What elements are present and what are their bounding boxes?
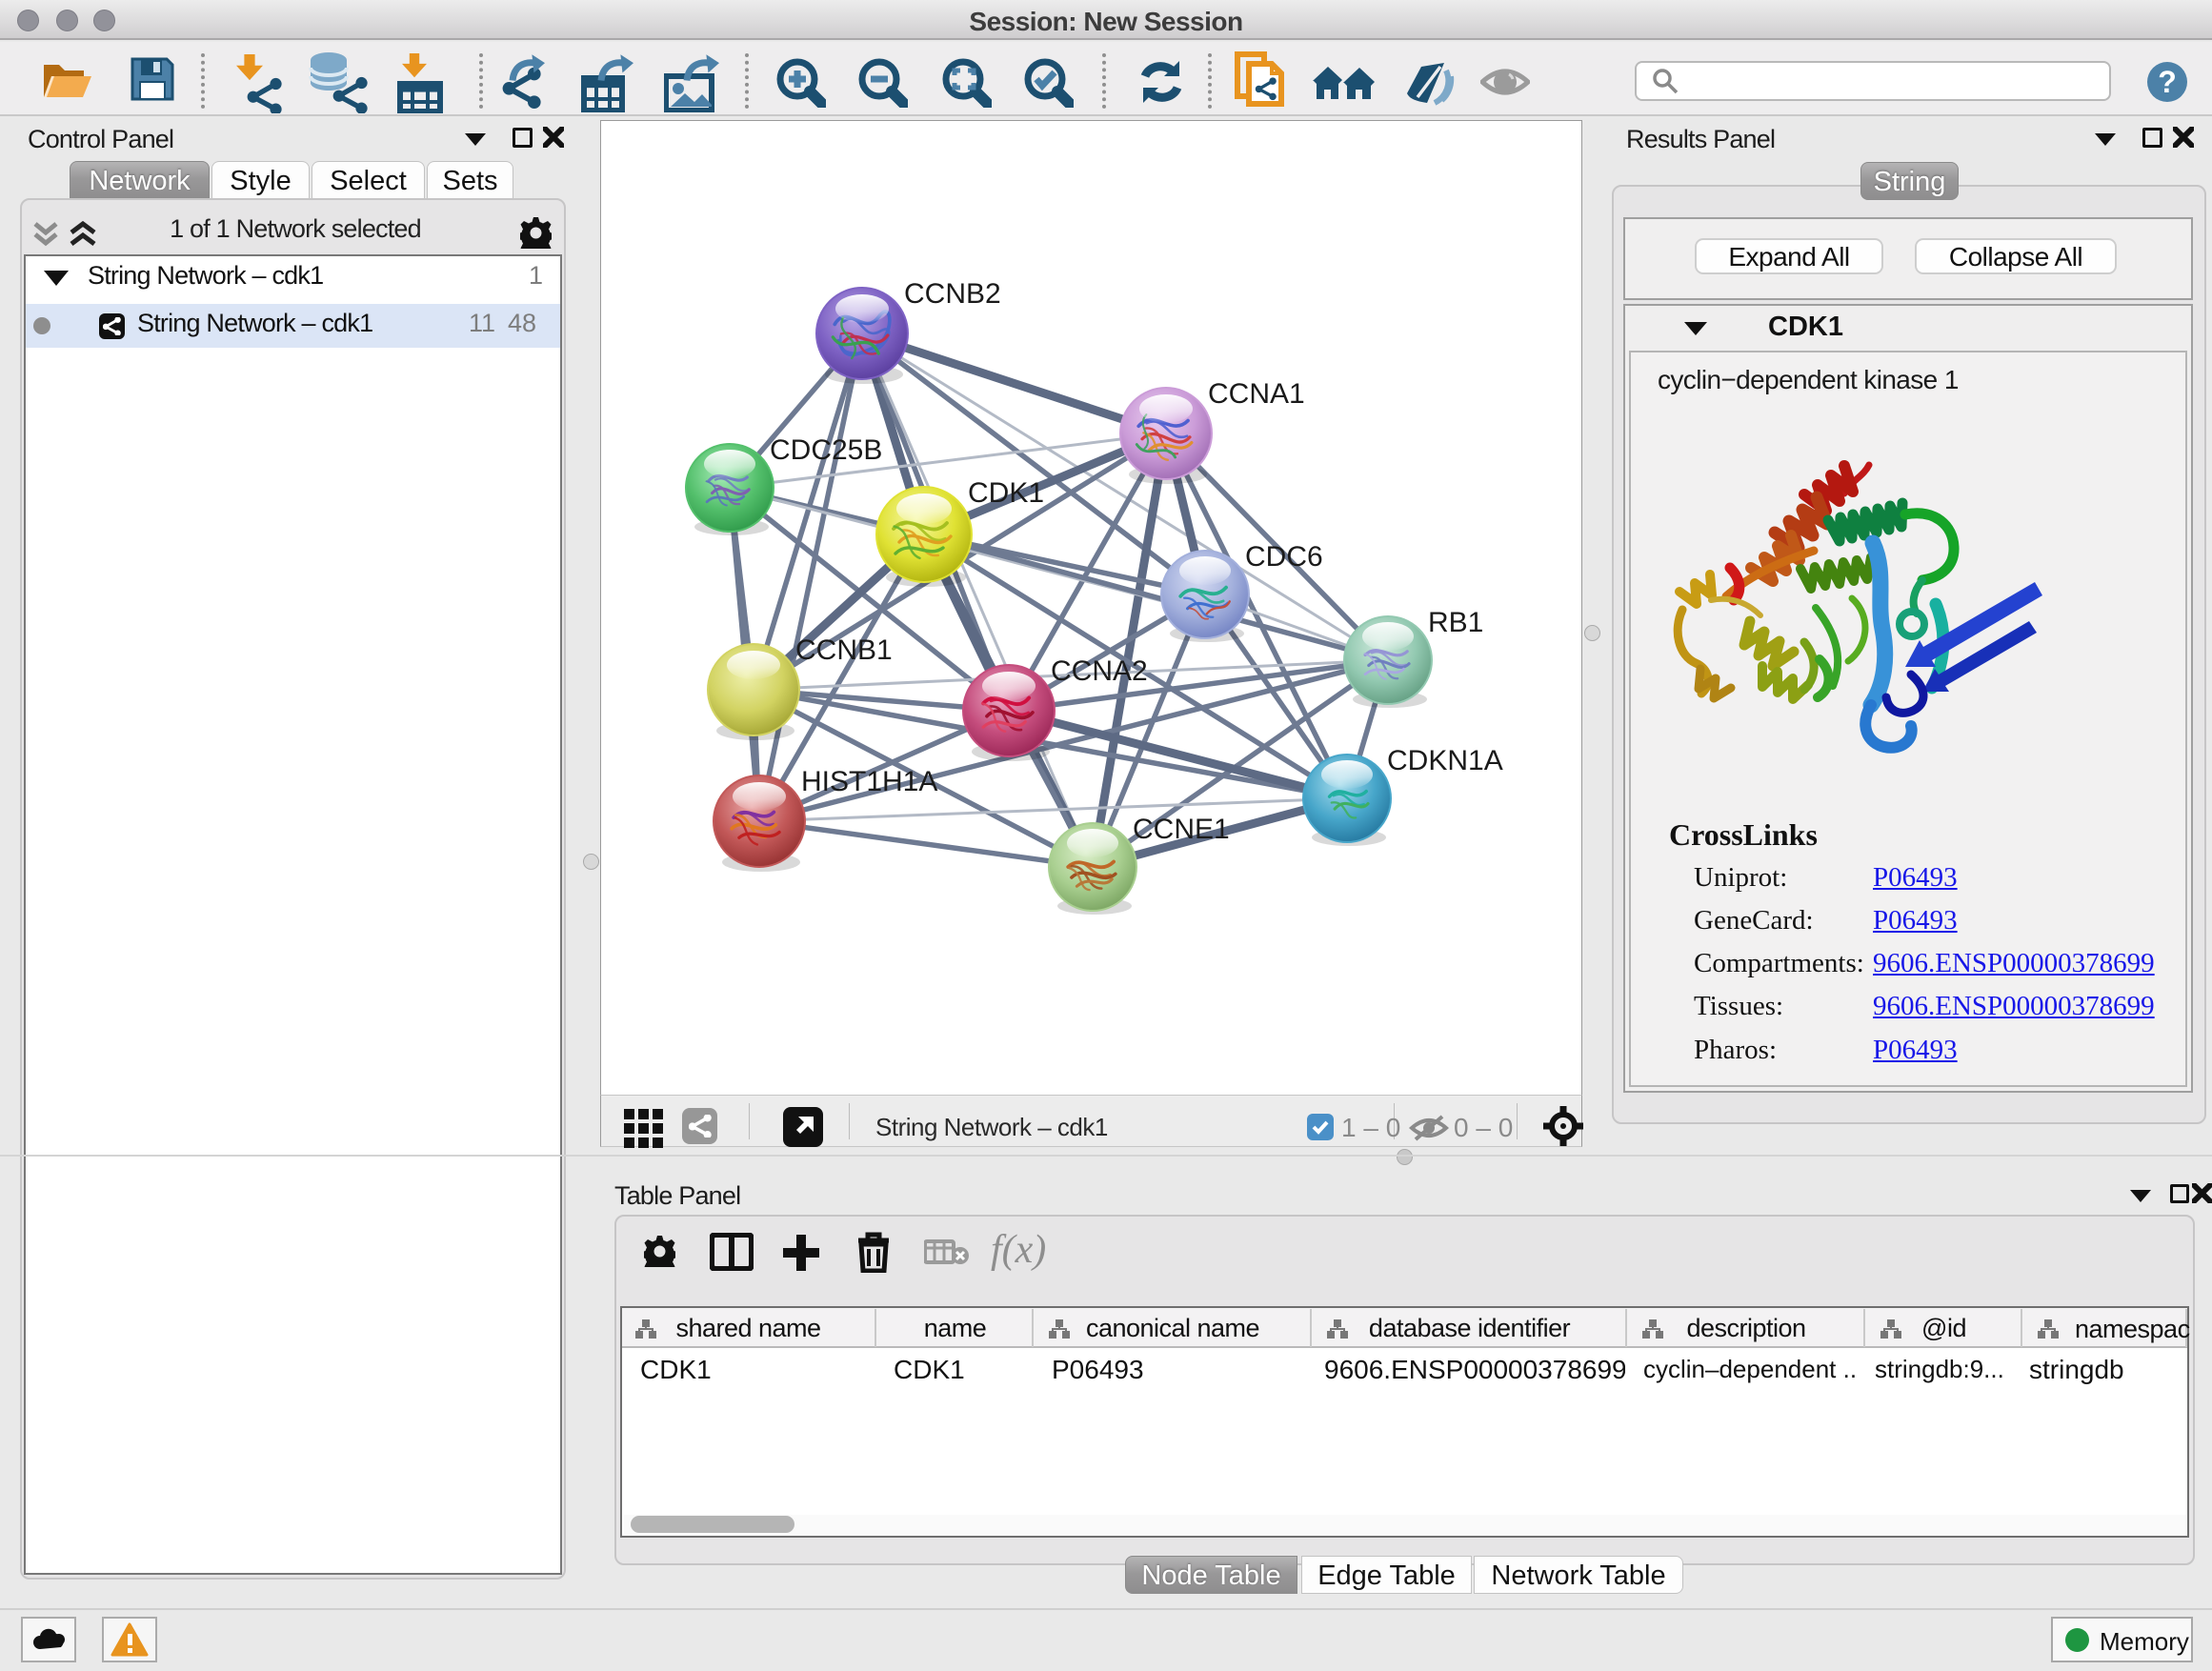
svg-text:CCNB2: CCNB2: [904, 278, 1001, 310]
svg-text:CCNE1: CCNE1: [1133, 814, 1230, 845]
svg-text:CCNB1: CCNB1: [795, 634, 893, 666]
svg-text:RB1: RB1: [1428, 607, 1483, 638]
svg-text:CDKN1A: CDKN1A: [1387, 745, 1503, 776]
svg-text:CCNA2: CCNA2: [1051, 655, 1148, 687]
svg-text:CDK1: CDK1: [968, 477, 1044, 509]
svg-text:CDC25B: CDC25B: [770, 434, 882, 466]
svg-text:HIST1H1A: HIST1H1A: [801, 766, 937, 797]
svg-text:CCNA1: CCNA1: [1208, 378, 1305, 410]
svg-text:?: ?: [2158, 65, 2177, 99]
svg-text:CDC6: CDC6: [1245, 541, 1323, 573]
